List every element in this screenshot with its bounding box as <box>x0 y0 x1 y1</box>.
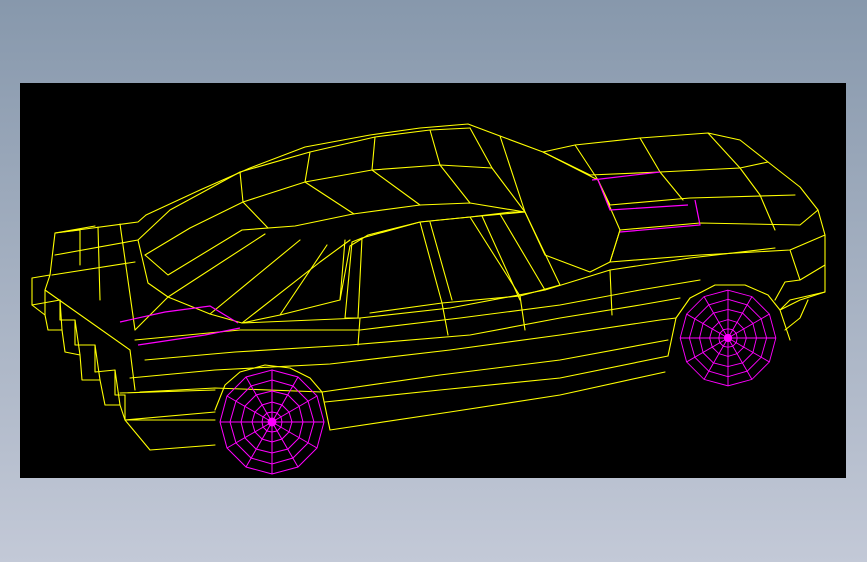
bumper-steps <box>44 289 216 421</box>
window-dividers <box>429 213 546 301</box>
roof-rib-3 <box>371 136 421 206</box>
rocker-bottom <box>124 371 666 431</box>
roof-rib-2 <box>304 151 355 215</box>
rear-panel <box>31 274 136 396</box>
side-window-main <box>361 221 443 314</box>
trunk-lines <box>51 223 139 331</box>
front-arch <box>667 284 791 357</box>
rear-window-ribs <box>167 233 346 316</box>
roof-ridge-3 <box>144 202 526 276</box>
roof-rib-1 <box>239 171 269 229</box>
front-nose <box>774 249 826 311</box>
side-window-vent <box>469 211 561 297</box>
roof-outline <box>145 123 826 266</box>
rear-wheel <box>219 369 325 475</box>
rear-bumper <box>31 304 216 451</box>
hood-line-1 <box>597 179 796 206</box>
rear-pillar <box>137 211 526 324</box>
car-body-wireframe <box>31 123 826 451</box>
front-wheel <box>679 289 777 387</box>
beltline <box>134 247 776 331</box>
side-window-front <box>419 216 521 304</box>
roof-ridge-2 <box>144 164 526 256</box>
door-line-1 <box>134 279 701 341</box>
sill-line-3 <box>119 355 669 403</box>
sill-line-1 <box>129 317 677 379</box>
windshield-front <box>499 135 621 273</box>
hood-ribs <box>574 132 776 231</box>
roof-rib-5 <box>469 127 493 169</box>
side-window-rear <box>344 237 363 319</box>
sill-line-2 <box>139 339 669 393</box>
hood-line-2 <box>619 209 819 231</box>
cad-viewport[interactable] <box>20 83 846 478</box>
car-wireframe-drawing <box>31 123 826 475</box>
tail-light-panel <box>119 305 241 346</box>
